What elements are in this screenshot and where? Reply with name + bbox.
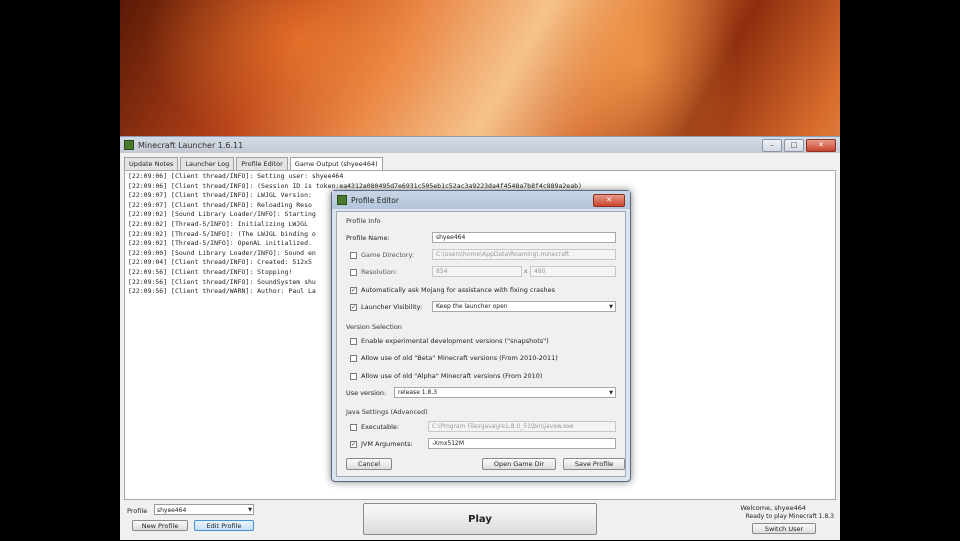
section-version-selection: Version Selection: [346, 323, 402, 331]
resolution-height-input[interactable]: 480: [530, 266, 616, 277]
jvm-arguments-input[interactable]: -Xmx512M: [428, 438, 616, 449]
edit-profile-button[interactable]: Edit Profile: [194, 520, 254, 531]
launcher-bottom-bar: Profile shyee464 ▼ New Profile Edit Prof…: [120, 500, 840, 541]
chevron-down-icon: ▼: [248, 507, 252, 513]
use-version-label: Use version:: [346, 389, 387, 397]
minecraft-icon: [124, 140, 134, 150]
chevron-down-icon: ▼: [609, 390, 613, 396]
open-game-dir-button[interactable]: Open Game Dir: [482, 458, 556, 470]
window-title: Minecraft Launcher 1.6.11: [138, 140, 244, 150]
alpha-checkbox[interactable]: [350, 373, 357, 380]
profile-label: Profile: [127, 507, 148, 515]
resolution-label: Resolution:: [361, 268, 398, 276]
close-button[interactable]: ✕: [806, 138, 836, 152]
snapshots-label: Enable experimental development versions…: [361, 337, 549, 345]
beta-checkbox[interactable]: [350, 355, 357, 362]
launcher-visibility-value: Keep the launcher open: [436, 303, 508, 310]
dialog-body: Profile Info Profile Name: shyee464 Game…: [336, 211, 626, 477]
use-version-value: release 1.8.3: [398, 389, 438, 396]
resolution-checkbox[interactable]: [350, 269, 357, 276]
tab-launcher-log[interactable]: Launcher Log: [180, 157, 235, 170]
save-profile-button[interactable]: Save Profile: [563, 458, 625, 470]
profile-name-label: Profile Name:: [346, 234, 390, 242]
cancel-button[interactable]: Cancel: [346, 458, 392, 470]
launcher-titlebar: Minecraft Launcher 1.6.11 – □ ✕: [120, 137, 840, 153]
section-java-settings: Java Settings (Advanced): [346, 408, 428, 416]
beta-label: Allow use of old "Beta" Minecraft versio…: [361, 354, 558, 362]
game-directory-checkbox[interactable]: [350, 252, 357, 259]
game-directory-input[interactable]: C:\Users\home\AppData\Roaming\.minecraft: [432, 249, 616, 260]
launcher-visibility-label: Launcher Visibility:: [361, 303, 423, 311]
resolution-x-separator: x: [524, 268, 528, 275]
section-profile-info: Profile Info: [346, 217, 381, 225]
welcome-text: Welcome, shyee464: [740, 504, 806, 512]
profile-select-value: shyee464: [157, 507, 187, 514]
game-directory-label: Game Directory:: [361, 251, 415, 259]
chevron-down-icon: ▼: [609, 304, 613, 310]
profile-select[interactable]: shyee464 ▼: [154, 504, 254, 515]
auto-ask-checkbox[interactable]: ✓: [350, 287, 357, 294]
resolution-width-input[interactable]: 854: [432, 266, 522, 277]
launcher-tabs: Update Notes Launcher Log Profile Editor…: [124, 157, 383, 170]
profile-editor-dialog: Profile Editor ✕ Profile Info Profile Na…: [331, 190, 631, 482]
dialog-close-button[interactable]: ✕: [593, 193, 625, 207]
switch-user-button[interactable]: Switch User: [752, 523, 816, 534]
snapshots-checkbox[interactable]: [350, 338, 357, 345]
jvm-arguments-checkbox[interactable]: ✓: [350, 441, 357, 448]
tab-game-output[interactable]: Game Output (shyee464): [289, 157, 383, 170]
use-version-select[interactable]: release 1.8.3 ▼: [394, 387, 616, 398]
dialog-titlebar: Profile Editor ✕: [332, 191, 630, 209]
tab-update-notes[interactable]: Update Notes: [124, 157, 179, 170]
minimize-button[interactable]: –: [762, 138, 782, 152]
console-line: [22:09:06] [Client thread/INFO]: Setting…: [128, 172, 344, 180]
new-profile-button[interactable]: New Profile: [132, 520, 188, 531]
auto-ask-label: Automatically ask Mojang for assistance …: [361, 286, 556, 294]
alpha-label: Allow use of old "Alpha" Minecraft versi…: [361, 372, 543, 380]
maximize-button[interactable]: □: [784, 138, 804, 152]
launcher-visibility-checkbox[interactable]: ✓: [350, 304, 357, 311]
dialog-title: Profile Editor: [351, 195, 399, 205]
launcher-visibility-select[interactable]: Keep the launcher open ▼: [432, 301, 616, 312]
play-button[interactable]: Play: [363, 503, 597, 535]
minecraft-icon: [337, 195, 347, 205]
executable-label: Executable:: [361, 423, 400, 431]
ready-status: Ready to play Minecraft 1.8.3: [745, 513, 834, 520]
executable-input[interactable]: C:\Program Files\Java\jre1.8.0_51\bin\ja…: [428, 421, 616, 432]
jvm-arguments-label: JVM Arguments:: [361, 440, 413, 448]
tab-profile-editor[interactable]: Profile Editor: [236, 157, 288, 170]
profile-name-input[interactable]: shyee464: [432, 232, 616, 243]
executable-checkbox[interactable]: [350, 424, 357, 431]
